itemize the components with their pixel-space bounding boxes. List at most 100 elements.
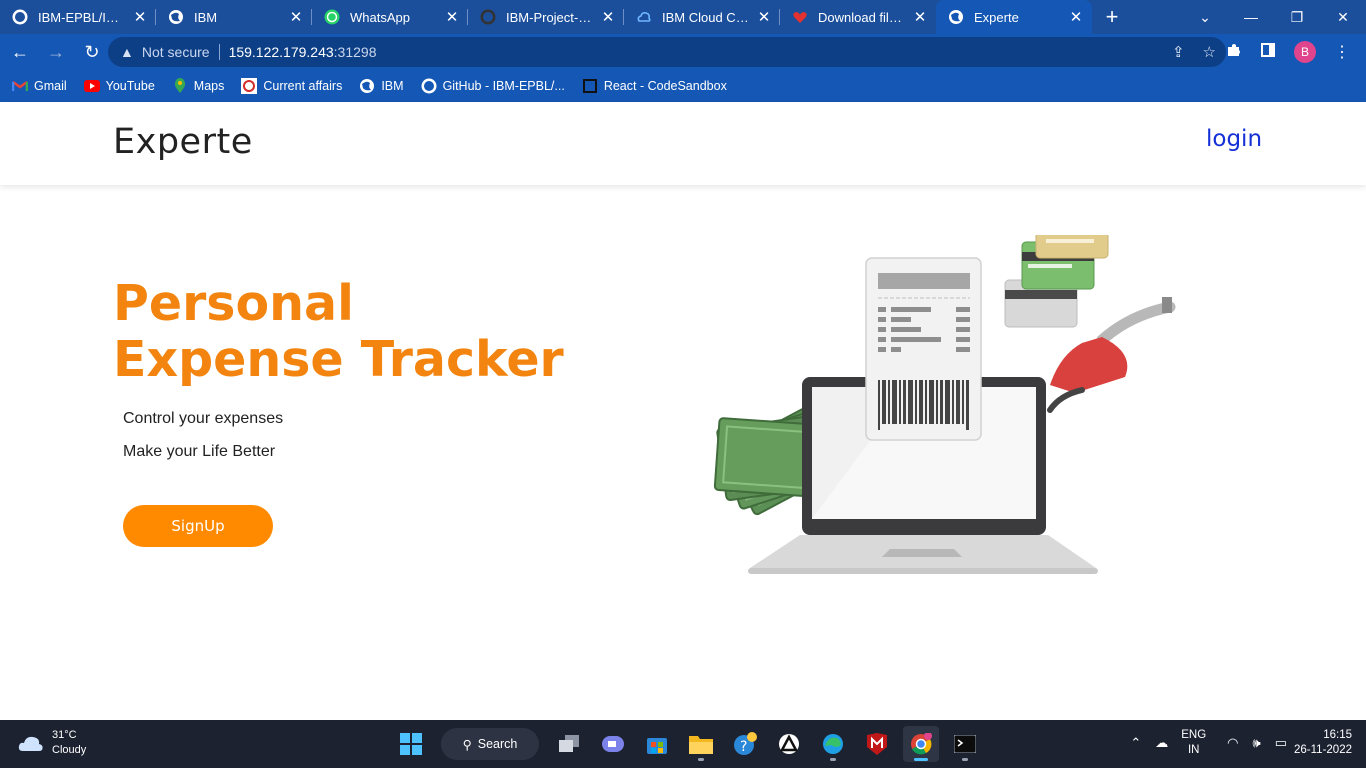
bookmark-maps[interactable]: Maps xyxy=(172,78,224,94)
youtube-icon xyxy=(83,78,100,94)
tagline-control: Control your expenses xyxy=(123,410,284,427)
bookmark-current-affairs[interactable]: Current affairs xyxy=(241,78,342,94)
reload-button[interactable]: ↻ xyxy=(76,36,108,68)
signup-button[interactable]: SignUp xyxy=(123,505,273,547)
onedrive-icon[interactable]: ☁ xyxy=(1155,735,1168,751)
task-view-icon[interactable] xyxy=(551,726,587,762)
bookmark-youtube[interactable]: YouTube xyxy=(83,78,155,94)
close-icon[interactable]: ✕ xyxy=(600,8,616,26)
bookmarks-bar: Gmail YouTube Maps Current affairs IBM G… xyxy=(0,70,1366,102)
close-icon[interactable]: ✕ xyxy=(912,8,928,26)
globe-icon xyxy=(168,9,184,25)
close-icon[interactable]: ✕ xyxy=(756,8,772,26)
tab-title: IBM-EPBL/IBM-Pr xyxy=(38,9,126,25)
heart-icon xyxy=(792,9,808,25)
codesandbox-icon xyxy=(582,78,598,94)
taskbar-apps: ⚲ Search ? xyxy=(393,726,983,762)
github-icon xyxy=(480,9,496,25)
bookmark-label: GitHub - IBM-EPBL/... xyxy=(442,79,565,93)
running-indicator xyxy=(914,758,928,761)
tab-title: IBM Cloud Conta xyxy=(662,9,750,25)
weather-widget[interactable]: 31°C Cloudy xyxy=(18,728,86,758)
tagline-life: Make your Life Better xyxy=(123,443,276,460)
kebab-menu-icon[interactable]: ⋮ xyxy=(1334,42,1350,62)
url-port[interactable]: :31298 xyxy=(334,44,377,60)
tab-ibm-epbl[interactable]: IBM-EPBL/IBM-Pr ✕ xyxy=(0,0,156,34)
lens-icon[interactable] xyxy=(771,726,807,762)
tab-ibm-project[interactable]: IBM-Project-2304 ✕ xyxy=(468,0,624,34)
tab-whatsapp[interactable]: WhatsApp ✕ xyxy=(312,0,468,34)
credit-cards-icon xyxy=(1004,235,1109,328)
tab-ibm[interactable]: IBM ✕ xyxy=(156,0,312,34)
bookmark-label: YouTube xyxy=(105,79,155,93)
close-window-button[interactable]: ✕ xyxy=(1320,0,1366,34)
warning-icon[interactable]: ▲ xyxy=(120,44,134,60)
language-indicator[interactable]: ENG IN xyxy=(1181,728,1206,758)
bookmark-gmail[interactable]: Gmail xyxy=(12,78,67,94)
tab-experte[interactable]: Experte ✕ xyxy=(936,0,1092,34)
puzzle-icon[interactable] xyxy=(1226,42,1242,63)
help-icon[interactable]: ? xyxy=(727,726,763,762)
chrome-icon[interactable] xyxy=(903,726,939,762)
bookmark-label: React - CodeSandbox xyxy=(603,79,727,93)
edge-icon[interactable] xyxy=(815,726,851,762)
address-bar[interactable]: ▲ Not secure 159.122.179.243:31298 ⇪ ☆ xyxy=(108,37,1226,67)
close-icon[interactable]: ✕ xyxy=(132,8,148,26)
taskbar: 31°C Cloudy ⚲ Search ? ⌃ ☁ ENG IN ◠ 🕪 ▭ xyxy=(0,720,1366,768)
running-indicator xyxy=(830,758,836,761)
chevron-up-icon[interactable]: ⌃ xyxy=(1130,735,1141,751)
clock[interactable]: 16:15 26-11-2022 xyxy=(1294,728,1352,758)
wifi-icon[interactable]: ◠ xyxy=(1227,735,1238,751)
back-button[interactable]: ← xyxy=(4,36,36,68)
bookmark-ibm[interactable]: IBM xyxy=(359,78,404,94)
star-icon[interactable]: ☆ xyxy=(1203,43,1216,61)
bookmark-label: IBM xyxy=(381,79,404,93)
avatar[interactable]: B xyxy=(1294,41,1316,63)
bookmark-codesandbox[interactable]: React - CodeSandbox xyxy=(582,78,727,94)
running-indicator xyxy=(962,758,968,761)
bookmark-label: Current affairs xyxy=(263,79,343,93)
share-icon[interactable]: ⇪ xyxy=(1172,43,1185,61)
close-icon[interactable]: ✕ xyxy=(1068,8,1084,26)
tab-ibm-cloud[interactable]: IBM Cloud Conta ✕ xyxy=(624,0,780,34)
url-host[interactable]: 159.122.179.243 xyxy=(229,44,334,60)
page: Experte login Personal Expense Tracker C… xyxy=(0,102,1366,720)
github-icon xyxy=(421,78,437,94)
restore-button[interactable]: ❐ xyxy=(1274,0,1320,34)
tab-title: WhatsApp xyxy=(350,9,410,25)
chevron-down-icon[interactable]: ⌄ xyxy=(1182,0,1228,34)
globe-icon xyxy=(359,78,375,94)
clock-date: 26-11-2022 xyxy=(1294,744,1352,756)
close-icon[interactable]: ✕ xyxy=(444,8,460,26)
site-navbar: Experte login xyxy=(0,102,1366,185)
minimize-button[interactable]: — xyxy=(1228,0,1274,34)
tab-title: IBM xyxy=(194,9,218,25)
current-affairs-icon xyxy=(241,78,258,94)
new-tab-button[interactable]: + xyxy=(1092,0,1132,34)
volume-icon[interactable]: 🕪 xyxy=(1253,735,1261,751)
window-controls: ⌄ — ❐ ✕ xyxy=(1182,0,1366,34)
ibm-cloud-icon xyxy=(636,9,652,25)
bookmark-github[interactable]: GitHub - IBM-EPBL/... xyxy=(421,78,565,94)
bookmark-label: Gmail xyxy=(34,79,67,93)
battery-icon[interactable]: ▭ xyxy=(1275,735,1287,751)
tab-title: Experte xyxy=(974,9,1019,25)
windows-start-icon[interactable] xyxy=(393,726,429,762)
tab-download-file[interactable]: Download file | il ✕ xyxy=(780,0,936,34)
security-label[interactable]: Not secure xyxy=(142,44,210,60)
taskbar-search[interactable]: ⚲ Search xyxy=(441,728,539,760)
sidepanel-icon[interactable] xyxy=(1260,42,1276,63)
terminal-icon[interactable] xyxy=(947,726,983,762)
search-label: Search xyxy=(477,737,518,751)
teams-chat-icon[interactable] xyxy=(595,726,631,762)
maps-icon xyxy=(172,78,188,94)
gmail-icon xyxy=(12,78,28,94)
mcafee-icon[interactable] xyxy=(859,726,895,762)
clock-time: 16:15 xyxy=(1323,729,1352,741)
file-explorer-icon[interactable] xyxy=(683,726,719,762)
forward-button[interactable]: → xyxy=(40,36,72,68)
close-icon[interactable]: ✕ xyxy=(288,8,304,26)
site-brand[interactable]: Experte xyxy=(113,122,253,162)
login-link[interactable]: login xyxy=(1206,126,1262,152)
store-icon[interactable] xyxy=(639,726,675,762)
